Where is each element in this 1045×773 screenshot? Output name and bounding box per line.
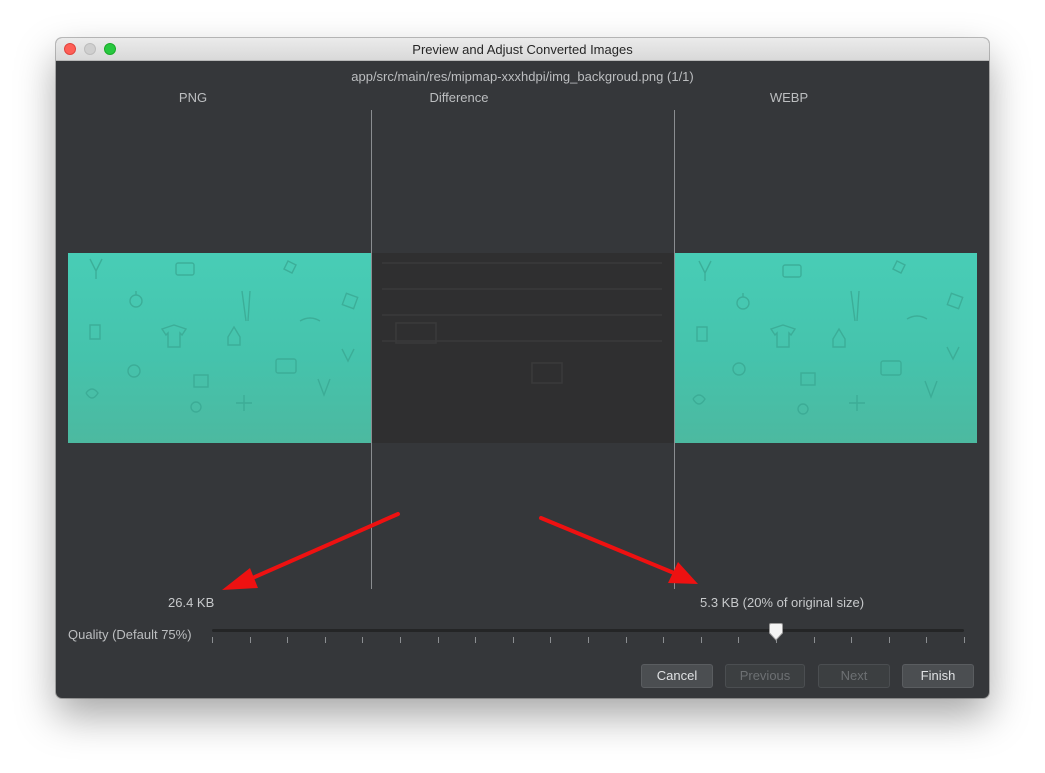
window-title: Preview and Adjust Converted Images (412, 42, 633, 57)
webp-column-label: WEBP (769, 90, 809, 105)
quality-slider-tick (249, 637, 251, 643)
quality-slider-tick (588, 637, 589, 643)
finish-button[interactable]: Finish (902, 664, 974, 688)
webp-preview-image (675, 253, 977, 443)
quality-slider-tick (550, 637, 552, 643)
quality-slider-ticks (212, 637, 965, 645)
quality-label: Quality (Default 75%) (68, 627, 192, 642)
quality-slider-tick (888, 637, 890, 643)
webp-file-size: 5.3 KB (20% of original size) (700, 595, 865, 610)
quality-slider[interactable] (212, 623, 965, 649)
png-preview-image (68, 253, 371, 443)
quality-slider-tick (324, 637, 326, 643)
previous-button[interactable]: Previous (725, 664, 805, 688)
quality-slider-track[interactable] (212, 629, 964, 632)
cancel-button[interactable]: Cancel (641, 664, 713, 688)
difference-column-label: Difference (429, 90, 489, 105)
file-path: app/src/main/res/mipmap-xxxhdpi/img_back… (351, 69, 694, 84)
quality-slider-tick (437, 637, 439, 643)
quality-slider-tick (738, 637, 740, 643)
quality-slider-tick (663, 637, 665, 643)
quality-slider-tick (212, 637, 213, 643)
quality-slider-tick (475, 637, 477, 643)
quality-slider-tick (512, 637, 514, 643)
quality-slider-thumb[interactable] (768, 623, 784, 641)
difference-preview-image (372, 253, 674, 443)
next-button[interactable]: Next (818, 664, 890, 688)
preview-dialog: Preview and Adjust Converted Images app/… (56, 38, 989, 698)
png-column-label: PNG (178, 90, 208, 105)
png-file-size: 26.4 KB (168, 595, 215, 610)
quality-slider-tick (964, 637, 965, 643)
quality-slider-tick (287, 637, 289, 643)
quality-slider-tick (625, 637, 627, 643)
quality-slider-tick (700, 637, 702, 643)
quality-slider-tick (813, 637, 815, 643)
quality-slider-tick (926, 637, 928, 643)
quality-slider-tick (362, 637, 364, 643)
title-bar[interactable]: Preview and Adjust Converted Images (56, 38, 989, 61)
quality-slider-tick (400, 637, 401, 643)
quality-slider-tick (851, 637, 853, 643)
